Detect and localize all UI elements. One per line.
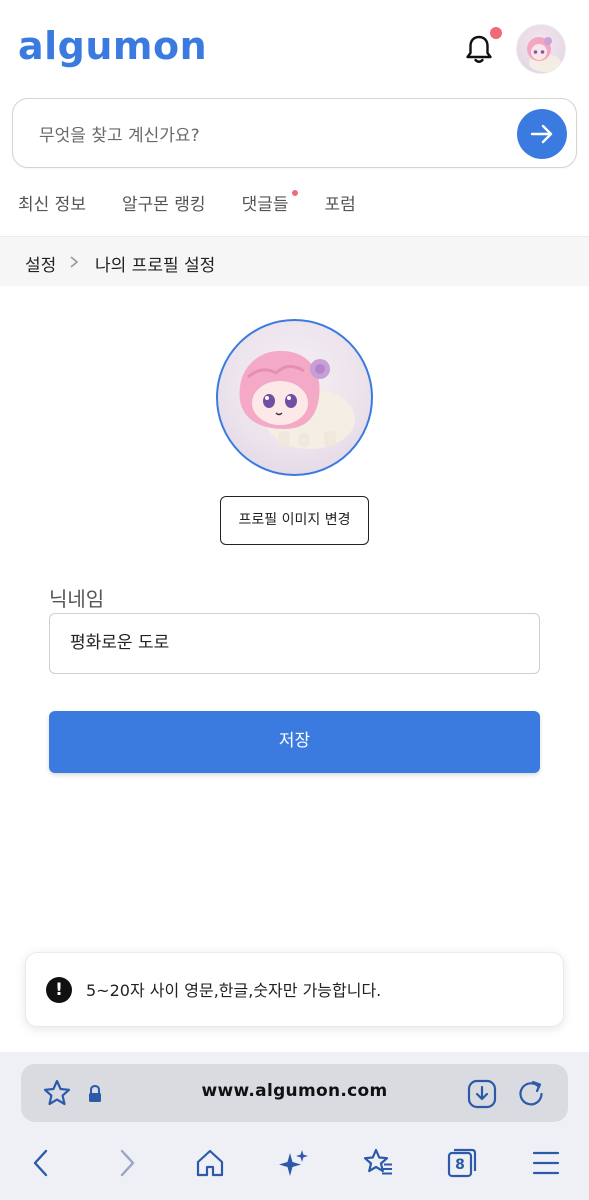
home-icon[interactable] (194, 1147, 226, 1179)
address-bar[interactable]: www.algumon.com (21, 1064, 568, 1122)
toast-message: 5~20자 사이 영문,한글,숫자만 가능합니다. (86, 981, 382, 1000)
breadcrumb-current: 나의 프로필 설정 (95, 256, 216, 276)
site-logo[interactable]: algumon (18, 26, 207, 66)
tab-forum[interactable]: 포럼 (325, 190, 356, 218)
validation-toast: ! 5~20자 사이 영문,한글,숫자만 가능합니다. (25, 952, 564, 1027)
sparkle-icon[interactable] (278, 1147, 310, 1179)
tab-count: 8 (455, 1157, 465, 1173)
profile-image (216, 319, 373, 476)
browser-toolbar: www.algumon.com 8 (0, 1052, 589, 1200)
nav-tabs: 최신 정보 알구몬 랭킹 댓글들 포럼 (18, 190, 392, 218)
menu-icon[interactable] (532, 1149, 560, 1177)
notification-badge (490, 27, 502, 39)
save-button[interactable]: 저장 (49, 711, 540, 773)
breadcrumb-settings[interactable]: 설정 (25, 251, 56, 276)
search-input[interactable]: 무엇을 찾고 계신가요? (39, 121, 200, 146)
nickname-label: 닉네임 (49, 587, 105, 611)
arrow-right-icon (530, 124, 553, 144)
user-avatar[interactable] (516, 24, 566, 74)
nickname-input[interactable]: 평화로운 도로 (49, 613, 540, 674)
breadcrumb: 설정 나의 프로필 설정 (0, 236, 589, 286)
tabs-icon[interactable]: 8 (446, 1147, 478, 1179)
tab-new-dot (291, 190, 298, 196)
forward-icon[interactable] (114, 1147, 140, 1179)
tab-comments[interactable]: 댓글들 (242, 190, 298, 218)
reload-icon[interactable] (515, 1077, 547, 1109)
change-profile-image-button[interactable]: 프로필 이미지 변경 (220, 496, 369, 545)
bookmarks-icon[interactable] (362, 1147, 394, 1179)
chevron-right-icon (66, 253, 82, 271)
tab-latest[interactable]: 최신 정보 (18, 190, 86, 218)
download-icon[interactable] (467, 1079, 497, 1109)
search-bar[interactable]: 무엇을 찾고 계신가요? (12, 98, 577, 168)
tab-ranking[interactable]: 알구몬 랭킹 (122, 190, 206, 218)
search-submit-button[interactable] (517, 109, 567, 159)
back-icon[interactable] (28, 1147, 54, 1179)
exclamation-icon: ! (46, 977, 72, 1003)
